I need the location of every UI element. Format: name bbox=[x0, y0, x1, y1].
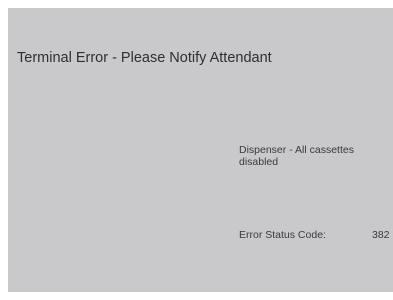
error-title: Terminal Error - Please Notify Attendant bbox=[17, 50, 272, 66]
error-status-code: 382 bbox=[372, 229, 390, 241]
error-status-label: Error Status Code: bbox=[239, 229, 326, 241]
error-message: Dispenser - All cassettes disabled bbox=[239, 144, 354, 168]
terminal-screen: Terminal Error - Please Notify Attendant… bbox=[8, 8, 393, 292]
